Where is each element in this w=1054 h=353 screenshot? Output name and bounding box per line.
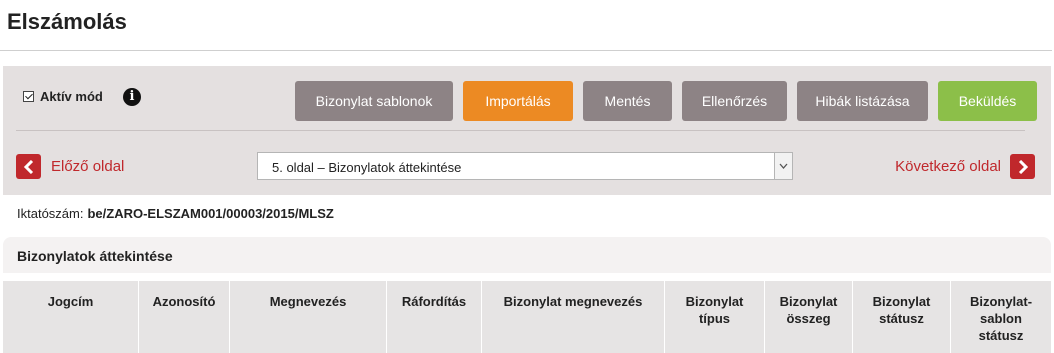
- registration-label: Iktatószám:: [17, 206, 84, 221]
- column-header-bizonylat-osszeg[interactable]: Bizonylat összeg: [764, 281, 852, 353]
- list-errors-button[interactable]: Hibák listázása: [797, 81, 928, 121]
- section-title: Bizonylatok áttekintése: [17, 248, 173, 264]
- table-header: Jogcím Azonosító Megnevezés Ráfordítás B…: [3, 281, 1051, 353]
- toolbar-divider: [16, 130, 1025, 131]
- page-select[interactable]: 5. oldal – Bizonylatok áttekintése: [257, 152, 793, 180]
- column-header-azonosito[interactable]: Azonosító: [138, 281, 229, 353]
- prev-page-label[interactable]: Előző oldal: [51, 158, 124, 175]
- section-header: Bizonylatok áttekintése: [3, 237, 1051, 273]
- title-divider: [0, 50, 1052, 51]
- registration-number: Iktatószám: be/ZARO-ELSZAM001/00003/2015/…: [17, 206, 334, 221]
- save-button[interactable]: Mentés: [583, 81, 672, 121]
- chevron-left-icon[interactable]: [16, 154, 41, 179]
- check-button[interactable]: Ellenőrzés: [682, 81, 787, 121]
- chevron-down-icon[interactable]: [774, 153, 792, 179]
- column-header-bizonylat-statusz[interactable]: Bizonylat státusz: [852, 281, 950, 353]
- page-title: Elszámolás: [7, 9, 127, 34]
- page-select-value: 5. oldal – Bizonylatok áttekintése: [272, 160, 462, 175]
- active-mode-toggle[interactable]: Aktív mód: [23, 89, 103, 104]
- registration-value: be/ZARO-ELSZAM001/00003/2015/MLSZ: [87, 206, 334, 221]
- column-header-bizonylat-tipus[interactable]: Bizonylat típus: [664, 281, 764, 353]
- chevron-right-icon[interactable]: [1010, 154, 1035, 179]
- prev-page-link[interactable]: Előző oldal: [16, 154, 124, 179]
- submit-button[interactable]: Beküldés: [938, 81, 1037, 121]
- next-page-label[interactable]: Következő oldal: [895, 158, 1001, 175]
- info-icon[interactable]: i: [123, 88, 141, 106]
- column-header-sablon-statusz[interactable]: Bizonylat-sablon státusz: [950, 281, 1051, 353]
- active-mode-checkbox[interactable]: [23, 91, 34, 102]
- import-button[interactable]: Importálás: [463, 81, 573, 121]
- column-header-raforditas[interactable]: Ráfordítás: [386, 281, 481, 353]
- column-header-megnevezes[interactable]: Megnevezés: [229, 281, 386, 353]
- toolbar-panel: Aktív mód i Bizonylat sablonok Importálá…: [3, 66, 1051, 195]
- next-page-link[interactable]: Következő oldal: [895, 154, 1035, 179]
- active-mode-label: Aktív mód: [40, 89, 103, 104]
- column-header-bizonylat-megnevezes[interactable]: Bizonylat megnevezés: [481, 281, 664, 353]
- templates-button[interactable]: Bizonylat sablonok: [295, 81, 453, 121]
- column-header-jogcim[interactable]: Jogcím: [3, 281, 138, 353]
